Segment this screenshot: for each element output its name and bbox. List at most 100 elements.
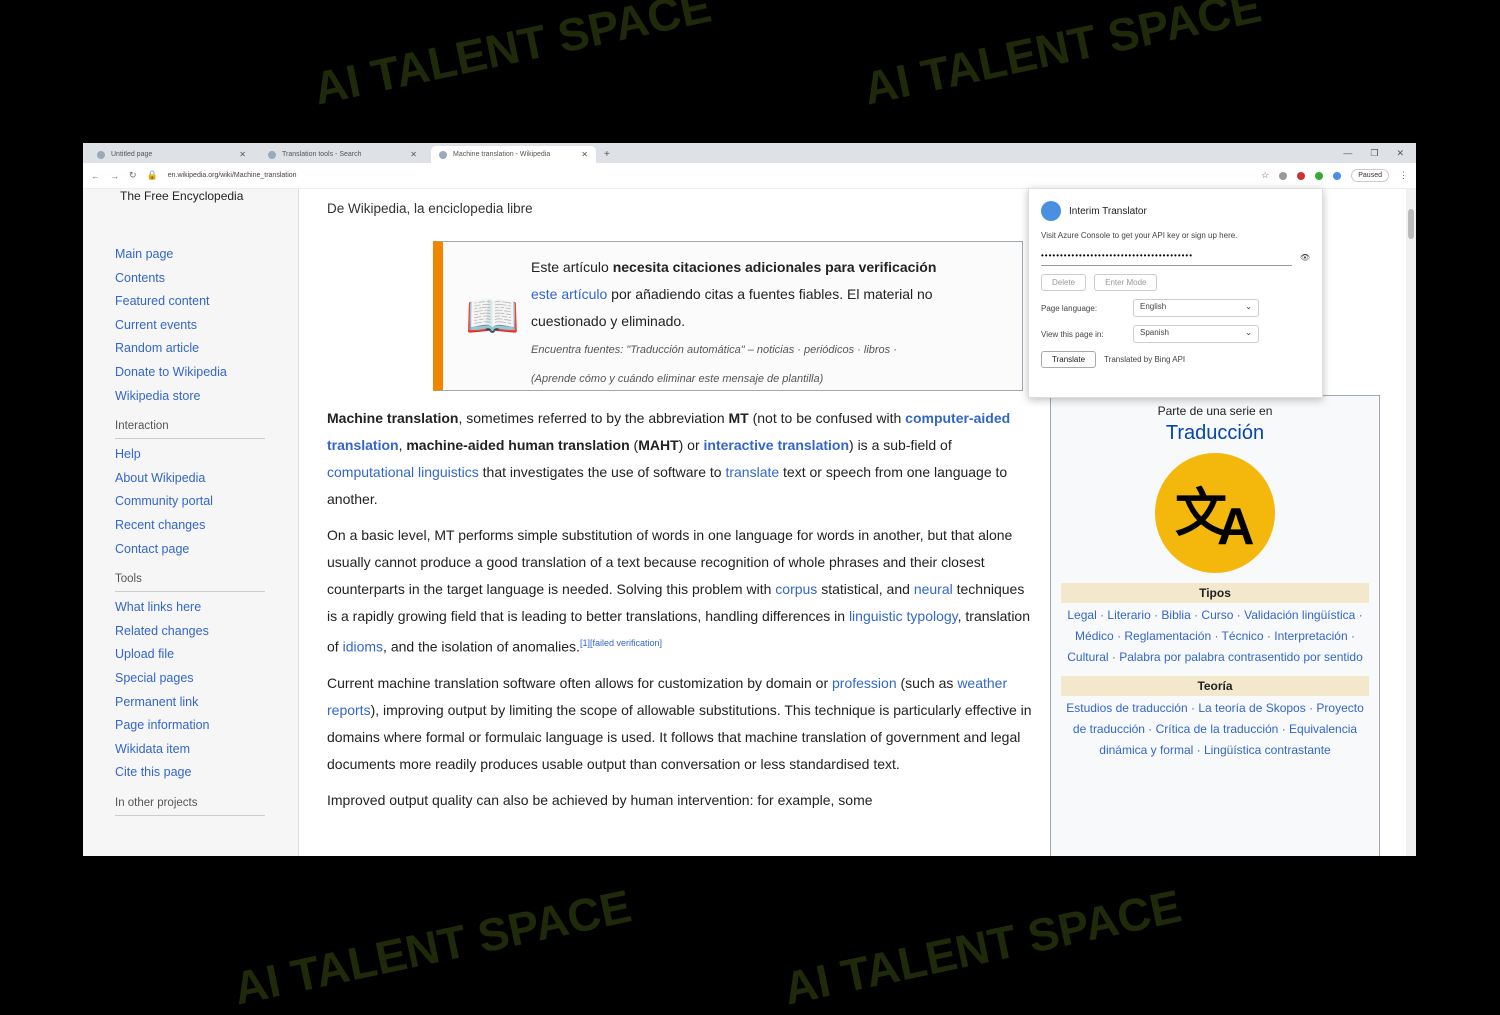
nav-current-events[interactable]: Current events xyxy=(115,314,298,338)
link[interactable]: interactive translation xyxy=(704,437,850,453)
notice-text: Este artículo necesita citaciones adicio… xyxy=(531,254,1021,393)
nav-store[interactable]: Wikipedia store xyxy=(115,385,298,409)
api-key-row: ••••••••••••••••••••••••••••••••••••••••… xyxy=(1029,244,1322,270)
close-tab-icon[interactable]: ✕ xyxy=(581,150,588,159)
popup-header: Interim Translator xyxy=(1029,189,1322,227)
extension-icon[interactable] xyxy=(1279,171,1288,180)
nav-donate[interactable]: Donate to Wikipedia xyxy=(115,361,298,385)
text: statistical, and xyxy=(817,581,914,597)
nav-page-info[interactable]: Page information xyxy=(115,714,298,738)
citation-notice: 📖 Este artículo necesita citaciones adic… xyxy=(433,241,1023,391)
nav-main-page[interactable]: Main page xyxy=(115,243,298,267)
favicon-icon xyxy=(268,150,276,159)
menu-icon[interactable]: ⋮ xyxy=(1399,170,1408,181)
site-tagline: The Free Encyclopedia xyxy=(120,189,244,203)
scrollbar-thumb[interactable] xyxy=(1408,209,1414,239)
star-icon[interactable]: ☆ xyxy=(1261,170,1269,181)
close-tab-icon[interactable]: ✕ xyxy=(239,150,246,159)
tab-label: Translation tools - Search xyxy=(282,151,362,158)
nav-help[interactable]: Help xyxy=(115,443,298,467)
new-tab-button[interactable]: + xyxy=(604,149,610,160)
delete-button[interactable]: Delete xyxy=(1041,274,1087,291)
interaction-heading: Interaction xyxy=(115,420,265,440)
article-body: Machine translation, sometimes referred … xyxy=(327,405,1032,823)
close-window-icon[interactable]: ✕ xyxy=(1396,148,1404,159)
translate-button[interactable]: Translate xyxy=(1041,351,1097,368)
infobox-title[interactable]: Traducción xyxy=(1051,422,1379,445)
find-sources-links[interactable]: Encuentra fuentes: "Traducción automátic… xyxy=(531,344,897,356)
forward-icon[interactable]: → xyxy=(110,171,119,181)
term-bold: MAHT xyxy=(638,437,679,453)
nav-recent-changes[interactable]: Recent changes xyxy=(115,514,298,538)
paragraph: Current machine translation software oft… xyxy=(327,670,1032,778)
nav-cite[interactable]: Cite this page xyxy=(115,761,298,785)
nav-about[interactable]: About Wikipedia xyxy=(115,467,298,491)
nav-contact[interactable]: Contact page xyxy=(115,538,298,562)
infobox-tipos-list[interactable]: Legal · Literario · Biblia · Curso · Val… xyxy=(1063,605,1367,668)
maximize-icon[interactable]: ❐ xyxy=(1370,148,1378,159)
extension-icon[interactable] xyxy=(1315,171,1324,180)
link[interactable]: idioms xyxy=(343,639,383,655)
minimize-icon[interactable]: — xyxy=(1343,148,1352,159)
tools-nav: What links here Related changes Upload f… xyxy=(115,596,298,785)
reload-icon[interactable]: ↻ xyxy=(129,170,137,181)
profile-button[interactable]: Paused xyxy=(1351,169,1389,182)
extension-icon[interactable] xyxy=(1297,171,1306,180)
nav-featured[interactable]: Featured content xyxy=(115,290,298,314)
book-icon: 📖 xyxy=(465,292,520,341)
infobox-series: Parte de una serie en xyxy=(1157,404,1273,418)
view-language-row: View this page in: Spanish ⌄ xyxy=(1029,321,1322,347)
paragraph: Improved output quality can also be achi… xyxy=(327,791,873,808)
infobox-teoria-list[interactable]: Estudios de traducción · La teoría de Sk… xyxy=(1063,698,1367,761)
extension-icons: ☆ Paused ⋮ xyxy=(1261,169,1408,182)
nav-random[interactable]: Random article xyxy=(115,337,298,361)
link[interactable]: neural xyxy=(914,581,953,597)
nav-special-pages[interactable]: Special pages xyxy=(115,667,298,691)
page-language-row: Page language: English ⌄ xyxy=(1029,295,1322,321)
enter-mode-button[interactable]: Enter Mode xyxy=(1094,274,1158,291)
infobox: Parte de una serie en Traducción 文 A Tip… xyxy=(1050,395,1380,856)
text: , and the isolation of anomalies. xyxy=(383,638,580,655)
page-language-label: Page language: xyxy=(1041,303,1098,313)
translation-logo-icon: 文 A xyxy=(1155,453,1275,573)
notice-link[interactable]: este artículo xyxy=(531,286,607,302)
tab-wikipedia[interactable]: Machine translation - Wikipedia ✕ xyxy=(431,146,596,163)
nav-what-links[interactable]: What links here xyxy=(115,596,298,620)
scrollbar[interactable] xyxy=(1406,189,1416,856)
link[interactable]: corpus xyxy=(775,581,817,597)
link[interactable]: translate xyxy=(725,464,779,480)
citation-link[interactable]: [1][failed verification] xyxy=(580,638,662,648)
nav-permanent-link[interactable]: Permanent link xyxy=(115,691,298,715)
link[interactable]: linguistic typology xyxy=(849,608,958,624)
nav-contents[interactable]: Contents xyxy=(115,267,298,291)
nav-related-changes[interactable]: Related changes xyxy=(115,620,298,644)
popup-visit[interactable]: Visit Azure Console to get your API key … xyxy=(1029,227,1322,244)
link[interactable]: computational linguistics xyxy=(327,464,479,480)
watermark: AI TALENT SPACE xyxy=(309,0,716,115)
translator-extension-icon[interactable] xyxy=(1333,171,1342,180)
page-language-select[interactable]: English ⌄ xyxy=(1133,299,1259,317)
text: (such as xyxy=(896,674,958,691)
notice-text-part: por añadiendo citas a fuentes fiables. E… xyxy=(607,286,933,302)
popup-footer: Translated by Bing API xyxy=(1104,355,1186,364)
text: Current machine translation software oft… xyxy=(327,674,833,691)
eye-icon[interactable]: 👁 xyxy=(1300,253,1310,262)
tab-search[interactable]: Translation tools - Search ✕ xyxy=(260,146,425,163)
learn-link[interactable]: (Aprende cómo y cuándo eliminar este men… xyxy=(531,373,823,385)
nav-wikidata[interactable]: Wikidata item xyxy=(115,738,298,762)
nav-upload[interactable]: Upload file xyxy=(115,643,298,667)
view-language-select[interactable]: Spanish ⌄ xyxy=(1133,325,1259,343)
api-key-field[interactable]: •••••••••••••••••••••••••••••••••••••••• xyxy=(1041,248,1292,266)
term-bold: MT xyxy=(728,410,749,426)
close-tab-icon[interactable]: ✕ xyxy=(410,150,417,159)
view-language-value: Spanish xyxy=(1140,328,1169,337)
wiki-sidebar: The Free Encyclopedia Main page Contents… xyxy=(83,189,298,856)
translator-logo-icon xyxy=(1041,201,1061,221)
nav-community[interactable]: Community portal xyxy=(115,490,298,514)
watermark: AI TALENT SPACE xyxy=(859,0,1266,115)
back-icon[interactable]: ← xyxy=(91,171,100,181)
tab-untitled[interactable]: Untitled page ✕ xyxy=(89,146,254,163)
address-bar[interactable]: en.wikipedia.org/wiki/Machine_translatio… xyxy=(168,172,297,179)
link[interactable]: profession xyxy=(832,675,897,691)
favicon-icon xyxy=(97,150,105,159)
